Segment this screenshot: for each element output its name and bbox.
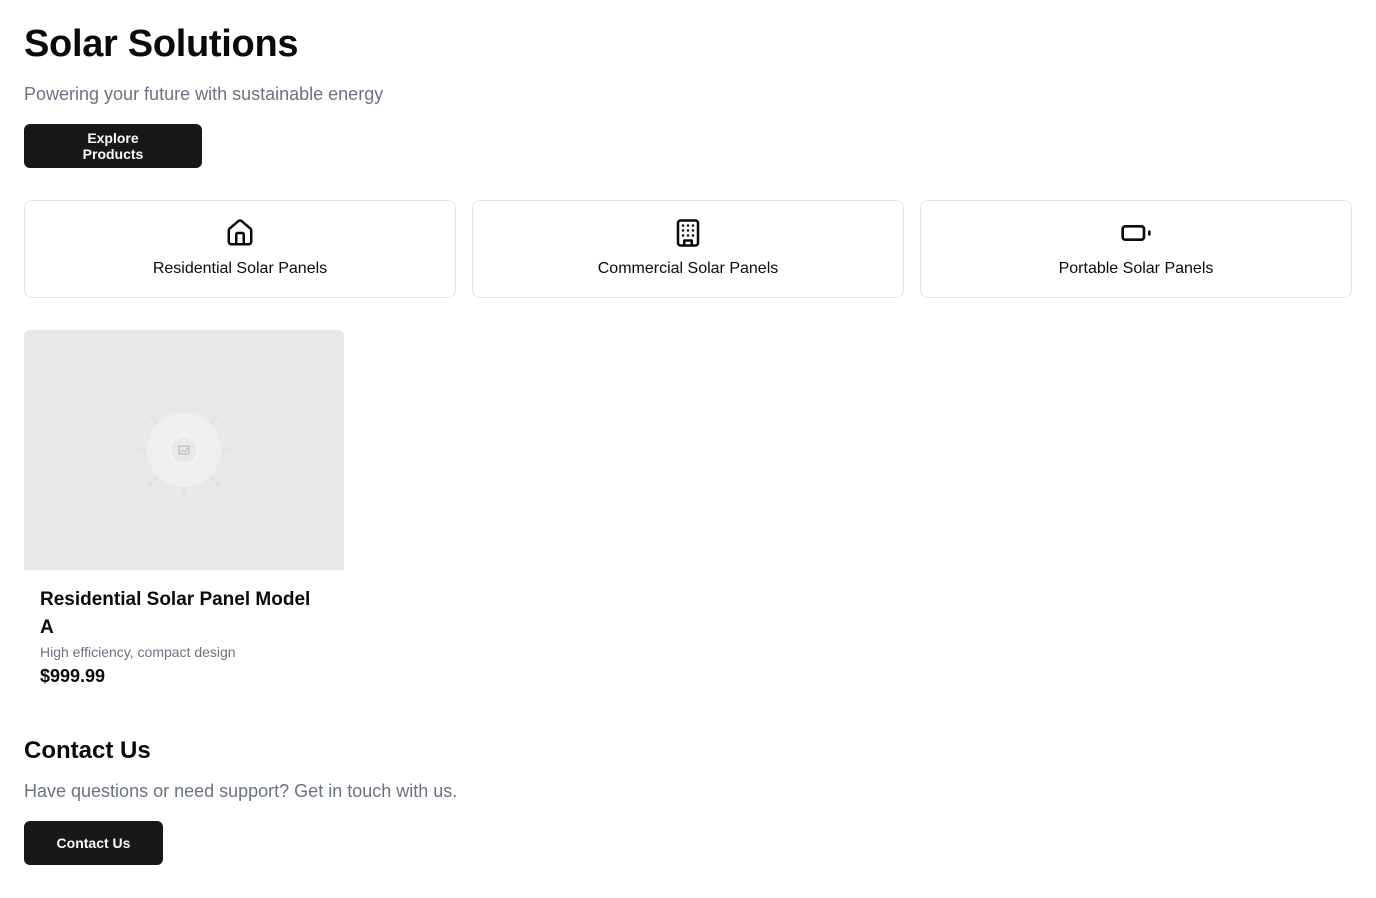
category-list: Residential Solar Panels Commercial Sola…: [24, 200, 1352, 298]
category-label: Commercial Solar Panels: [597, 260, 779, 277]
battery-icon: [1120, 217, 1152, 249]
product-price: $999.99: [40, 666, 106, 686]
explore-products-button[interactable]: Explore Products: [24, 124, 202, 168]
category-label: Portable Solar Panels: [1058, 260, 1214, 277]
house-icon: [224, 217, 256, 249]
category-card-portable[interactable]: Portable Solar Panels: [920, 200, 1352, 298]
product-details: Residential Solar Panel Model A High eff…: [24, 570, 344, 687]
image-placeholder-icon: [139, 405, 229, 495]
contact-us-button[interactable]: Contact Us: [24, 821, 163, 865]
product-description: High efficiency, compact design: [40, 644, 236, 660]
hero-subtitle: Powering your future with sustainable en…: [24, 84, 384, 104]
page: Solar Solutions Powering your future wit…: [0, 0, 1376, 865]
building-icon: [672, 217, 704, 249]
product-grid: Residential Solar Panel Model A High eff…: [24, 330, 1352, 687]
product-name: Residential Solar Panel Model A: [40, 589, 311, 638]
category-label: Residential Solar Panels: [152, 260, 328, 277]
category-card-residential[interactable]: Residential Solar Panels: [24, 200, 456, 298]
contact-title: Contact Us: [24, 737, 151, 764]
contact-section: Contact Us Have questions or need suppor…: [24, 736, 1352, 865]
contact-text: Have questions or need support? Get in t…: [24, 781, 458, 801]
page-title: Solar Solutions: [24, 23, 299, 65]
product-card[interactable]: Residential Solar Panel Model A High eff…: [24, 330, 344, 687]
category-card-commercial[interactable]: Commercial Solar Panels: [472, 200, 904, 298]
product-image: [24, 330, 344, 570]
